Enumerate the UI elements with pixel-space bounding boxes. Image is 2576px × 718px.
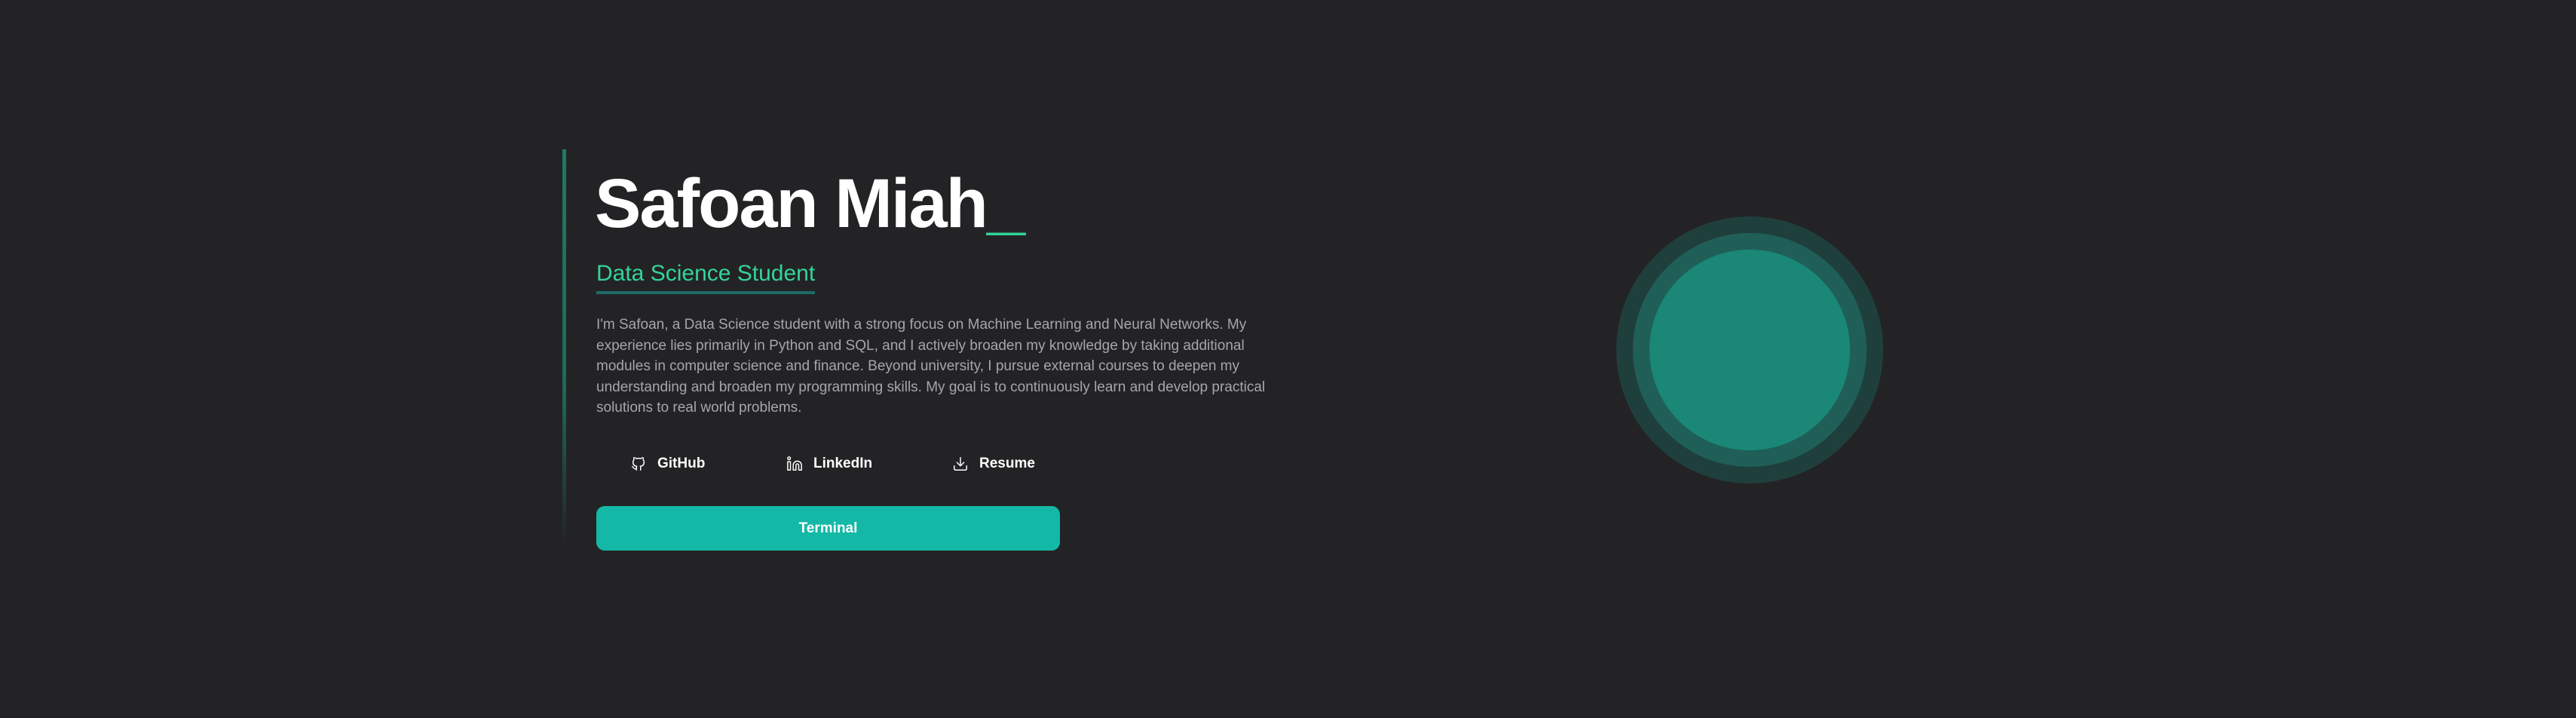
name-text: Safoan Miah <box>595 165 988 242</box>
linkedin-icon <box>787 456 802 471</box>
download-icon <box>954 457 967 471</box>
page-title: Safoan Miah_ <box>595 164 1025 244</box>
bio-paragraph: I'm Safoan, a Data Science student with … <box>596 317 1266 416</box>
role-subtitle: Data Science Student <box>596 261 816 294</box>
linkedin-link[interactable]: LinkedIn <box>786 456 872 472</box>
resume-label: Resume <box>979 456 1035 471</box>
accent-bar <box>562 149 566 545</box>
orb-core <box>1649 250 1850 450</box>
github-icon <box>632 457 645 471</box>
linkedin-label: LinkedIn <box>813 456 873 471</box>
terminal-button[interactable]: Terminal <box>596 506 1060 551</box>
github-link[interactable]: GitHub <box>630 456 705 472</box>
github-label: GitHub <box>657 456 706 471</box>
typing-cursor: _ <box>986 165 1025 242</box>
resume-link[interactable]: Resume <box>952 456 1035 472</box>
